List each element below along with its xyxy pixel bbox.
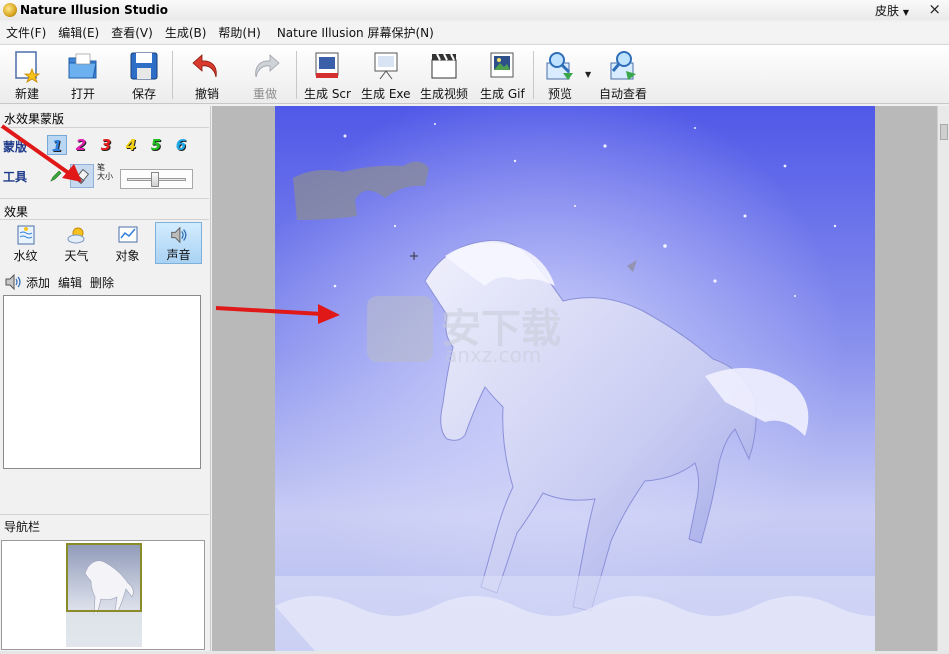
navigator-title: 导航栏: [4, 520, 41, 534]
sound-list[interactable]: [3, 295, 201, 469]
preview-dropdown-arrow-icon[interactable]: ▼: [585, 70, 591, 79]
preview-button[interactable]: 预览: [543, 49, 577, 103]
toolbar-separator: [296, 51, 297, 99]
new-document-icon: [15, 51, 41, 83]
navigator-viewport-frame[interactable]: [66, 543, 142, 612]
speaker-icon: [170, 226, 186, 244]
redo-arrow-icon: [255, 54, 280, 78]
toolbar: 新建 打开 保存 撤销 重做 生成 Scr 生成 Exe 生成视频 生成 Gif…: [0, 44, 949, 104]
red-arrow-icon: [0, 124, 82, 182]
canvas-area[interactable]: 安下载 anxz.com: [212, 106, 937, 651]
app-logo-icon: [3, 3, 17, 17]
sound-actions-row: 添加 编辑 删除: [4, 273, 122, 291]
delete-sound-button[interactable]: 删除: [90, 274, 114, 291]
generate-scr-button[interactable]: 生成 Scr: [304, 49, 351, 103]
tab-weather[interactable]: 天气: [53, 222, 100, 264]
undo-label: 撤销: [194, 87, 219, 101]
film-clapper-icon: [431, 53, 457, 79]
scrollbar-thumb[interactable]: [940, 124, 948, 140]
title-bar: Nature Illusion Studio 皮肤 ▼ ×: [0, 0, 949, 20]
toolbar-separator: [172, 51, 173, 99]
open-button[interactable]: 打开: [66, 49, 100, 103]
tab-objects[interactable]: 对象: [104, 222, 151, 264]
ripple-icon: [17, 225, 34, 245]
redo-button[interactable]: 重做: [248, 49, 282, 103]
skin-label: 皮肤: [875, 4, 900, 18]
folder-icon: [68, 53, 97, 79]
skin-menu[interactable]: 皮肤 ▼: [875, 2, 909, 19]
auto-view-button[interactable]: 自动查看: [599, 49, 647, 103]
mask-4-button[interactable]: 4: [121, 135, 141, 155]
auto-view-icon: [610, 51, 636, 80]
floppy-disk-icon: [130, 52, 158, 80]
size-label: 大小: [97, 172, 113, 181]
mask-5-button[interactable]: 5: [146, 135, 166, 155]
vertical-scrollbar[interactable]: [937, 106, 949, 651]
close-button[interactable]: ×: [928, 0, 941, 18]
effects-section-title: 效果: [4, 205, 29, 219]
tab-objects-label: 对象: [115, 249, 140, 263]
horse-image-canvas[interactable]: 安下载 anxz.com: [275, 106, 875, 651]
magnifier-preview-icon: [546, 52, 573, 80]
mask-6-button[interactable]: 6: [171, 135, 191, 155]
divider: [0, 219, 209, 220]
redo-label: 重做: [252, 87, 277, 101]
generate-video-label: 生成视频: [420, 87, 469, 101]
save-label: 保存: [131, 87, 156, 101]
add-sound-button[interactable]: 添加: [26, 274, 50, 291]
tab-weather-label: 天气: [64, 249, 89, 263]
generate-exe-label: 生成 Exe: [361, 87, 411, 101]
generate-exe-button[interactable]: 生成 Exe: [361, 49, 411, 103]
undo-arrow-icon: [192, 54, 217, 78]
generate-gif-button[interactable]: 生成 Gif: [480, 49, 525, 103]
brush-size-slider[interactable]: [120, 169, 193, 189]
picture-frame-icon: [490, 52, 514, 78]
brush-size-labels: 笔 大小: [97, 163, 113, 181]
save-button[interactable]: 保存: [127, 49, 161, 103]
window-title: Nature Illusion Studio: [20, 3, 168, 17]
new-label: 新建: [14, 87, 39, 101]
tab-ripple[interactable]: 水纹: [2, 222, 49, 264]
presentation-screen-icon: [374, 52, 398, 80]
undo-button[interactable]: 撤销: [190, 49, 224, 103]
new-button[interactable]: 新建: [10, 49, 44, 103]
svg-text:anxz.com: anxz.com: [445, 343, 541, 367]
speaker-icon: [5, 273, 21, 291]
divider: [0, 514, 209, 515]
brush-label: 笔: [97, 163, 105, 172]
menu-build[interactable]: 生成(B): [159, 24, 213, 41]
weather-sun-cloud-icon: [67, 227, 84, 244]
menu-view[interactable]: 查看(V): [105, 24, 159, 41]
menu-help[interactable]: 帮助(H): [212, 24, 266, 41]
tab-sound[interactable]: 声音: [155, 222, 202, 264]
tab-ripple-label: 水纹: [13, 249, 38, 263]
menu-file[interactable]: 文件(F): [0, 24, 52, 41]
chevron-down-icon: ▼: [902, 8, 909, 17]
preview-label: 预览: [547, 87, 572, 101]
generate-gif-label: 生成 Gif: [480, 87, 525, 101]
divider: [0, 198, 209, 199]
navigator-preview[interactable]: [1, 540, 205, 650]
auto-view-label: 自动查看: [599, 87, 648, 101]
generate-video-button[interactable]: 生成视频: [420, 49, 468, 103]
object-chart-icon: [118, 226, 137, 243]
menu-bar: 文件(F) 编辑(E) 查看(V) 生成(B) 帮助(H) Nature Ill…: [0, 22, 949, 43]
screensaver-monitor-icon: [315, 52, 339, 78]
menu-screensaver[interactable]: Nature Illusion 屏幕保护(N): [271, 24, 440, 41]
toolbar-separator: [533, 51, 534, 99]
open-label: 打开: [70, 87, 95, 101]
menu-edit[interactable]: 编辑(E): [52, 24, 105, 41]
edit-sound-button[interactable]: 编辑: [58, 274, 82, 291]
slider-thumb[interactable]: [151, 172, 159, 187]
tab-sound-label: 声音: [166, 248, 191, 262]
red-arrow-icon: [215, 304, 340, 324]
generate-scr-label: 生成 Scr: [304, 87, 351, 101]
mask-3-button[interactable]: 3: [96, 135, 116, 155]
